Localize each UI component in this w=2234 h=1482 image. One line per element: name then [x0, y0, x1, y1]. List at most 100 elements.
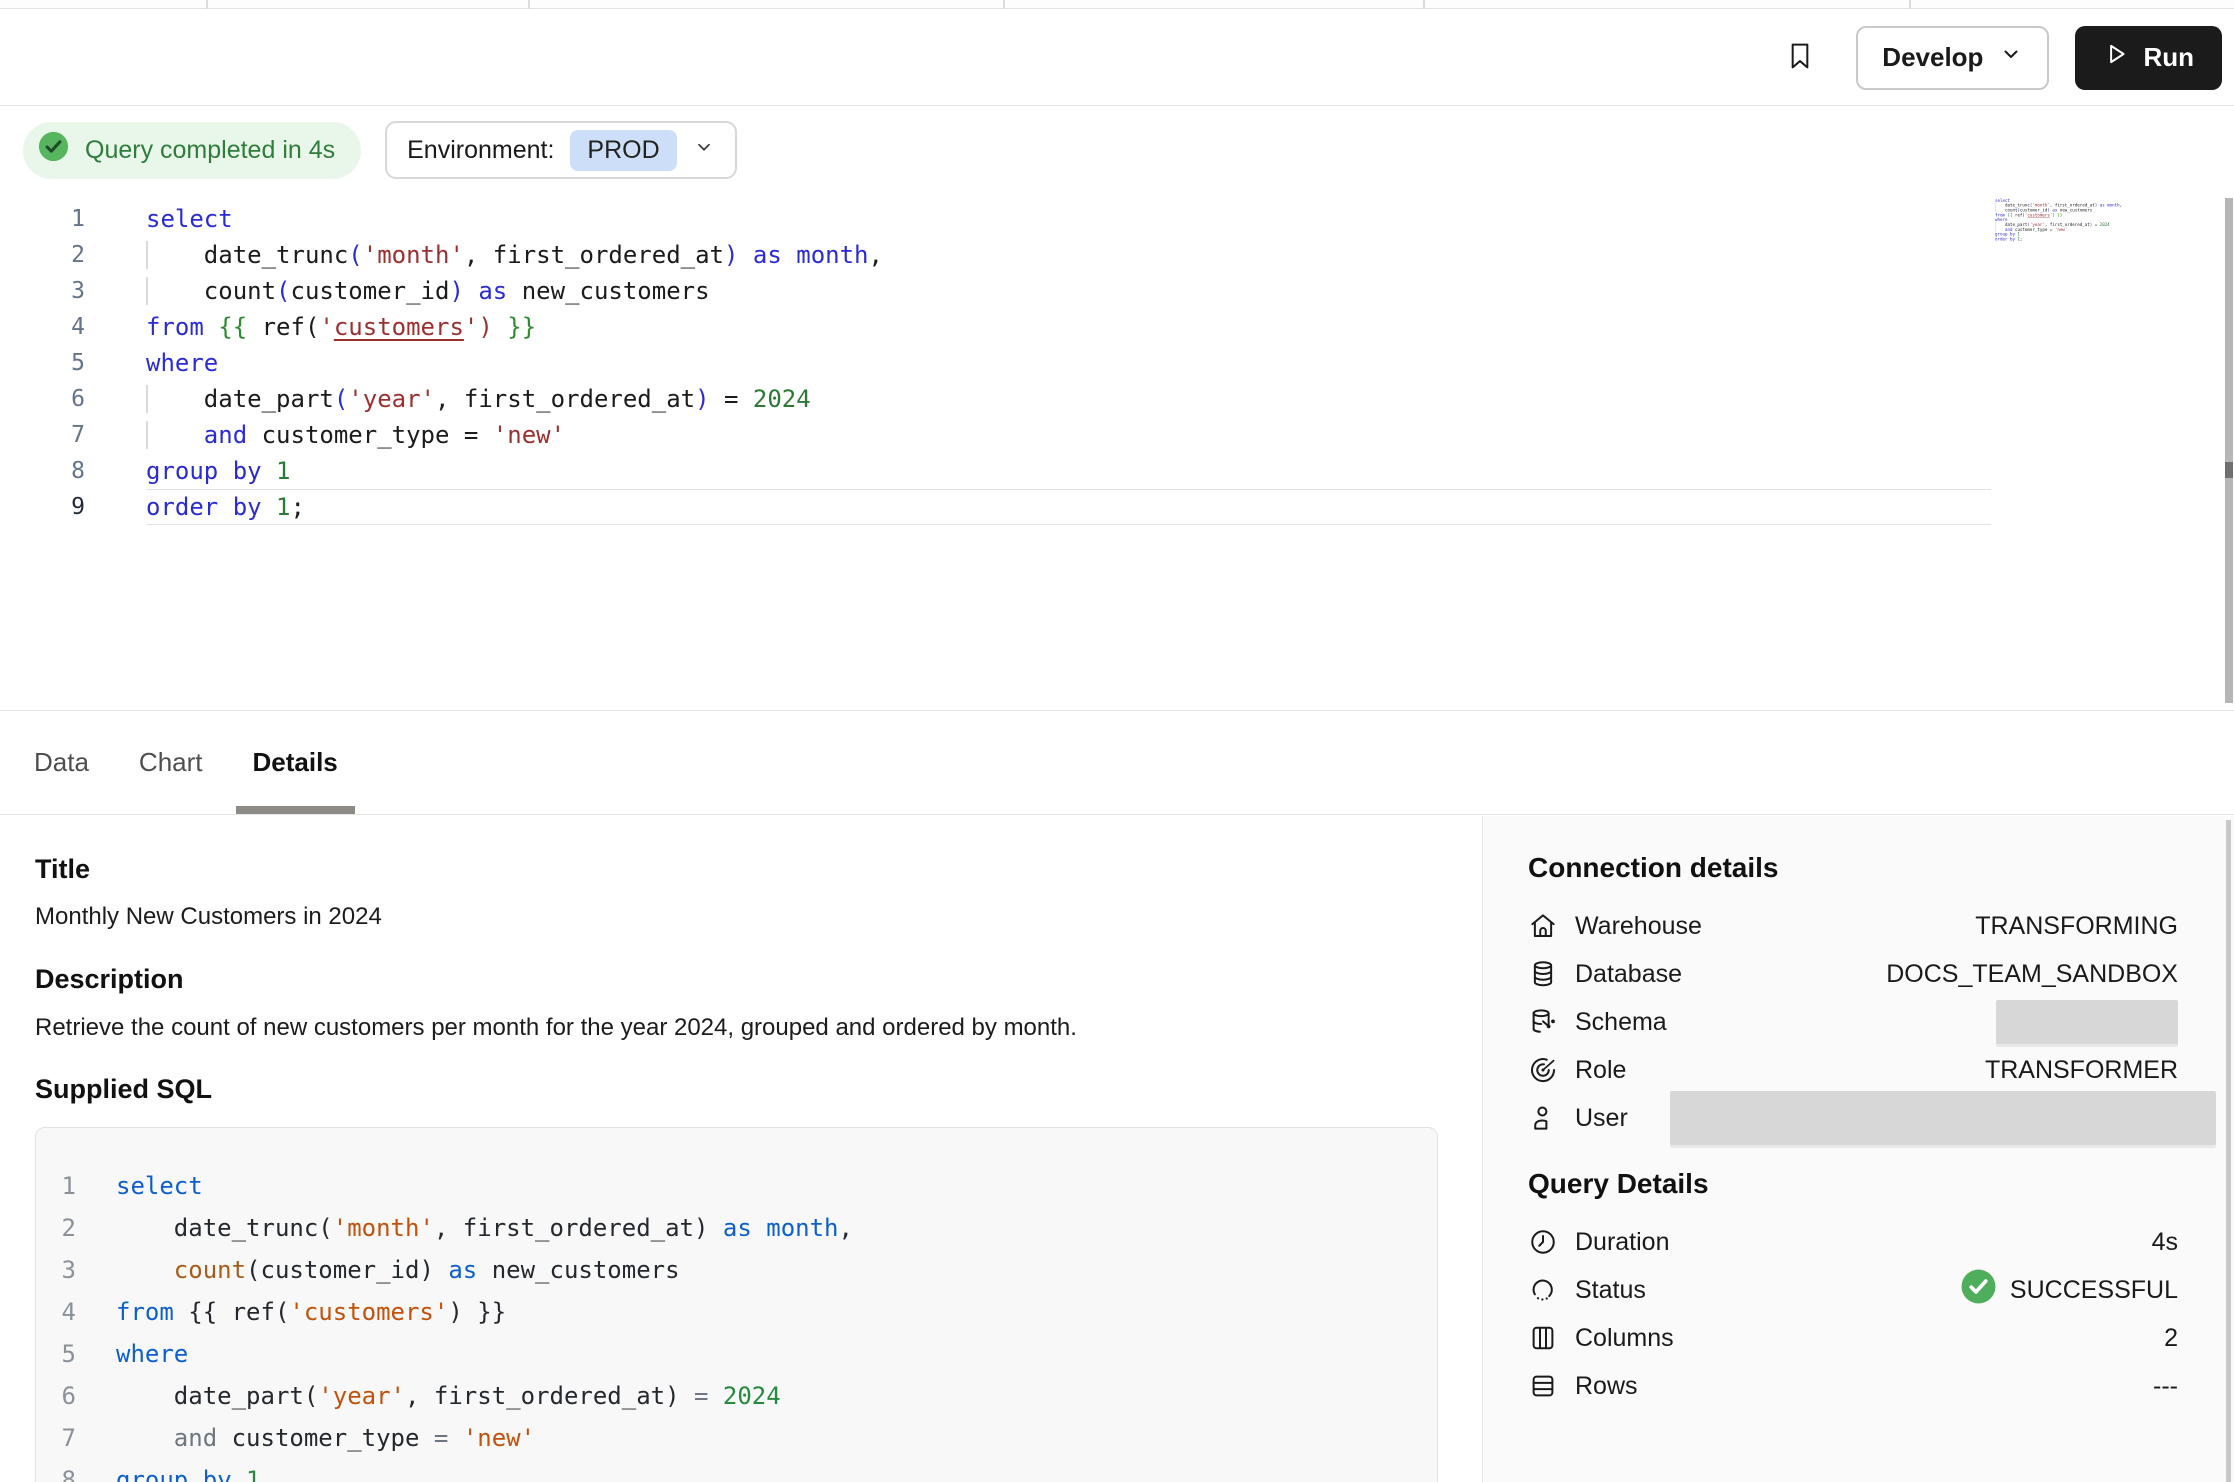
- tab-divider: [528, 0, 530, 9]
- detail-label: Rows: [1575, 1372, 1638, 1401]
- code-text: select: [116, 1165, 203, 1207]
- user-row: User: [1528, 1094, 2178, 1142]
- clock-icon: [1528, 1227, 1558, 1257]
- code-line[interactable]: 1select: [0, 201, 2234, 237]
- code-line[interactable]: 7 and customer_type = 'new': [36, 1417, 1437, 1459]
- line-number: 2: [36, 1207, 76, 1249]
- editor-lines: 1select2 date_trunc('month', first_order…: [0, 201, 2234, 525]
- chevron-down-icon: [693, 136, 715, 165]
- code-line[interactable]: 9order by 1;: [0, 489, 2234, 525]
- tab-details[interactable]: Details: [253, 711, 338, 814]
- rows-row: Rows---: [1528, 1362, 2178, 1410]
- editor-minimap[interactable]: 1select2 date_trunc('month', first_order…: [1995, 198, 2175, 258]
- tab-divider: [1909, 0, 1911, 9]
- schema-icon: [1528, 1007, 1558, 1037]
- columns-icon: [1528, 1323, 1558, 1353]
- detail-value: TRANSFORMER: [1985, 1056, 2178, 1085]
- code-line[interactable]: 9order by 1;: [1995, 237, 2116, 242]
- rows-icon: [1528, 1371, 1558, 1401]
- code-line[interactable]: 5where: [36, 1333, 1437, 1375]
- code-text: and customer_type = 'new': [146, 417, 1991, 453]
- scrollbar-marker: [2225, 462, 2233, 478]
- top-tab-strip: [0, 0, 2234, 9]
- code-line[interactable]: 8group by 1: [0, 453, 2234, 489]
- line-number: 4: [36, 1291, 76, 1333]
- tab-chart[interactable]: Chart: [139, 711, 203, 814]
- tab-divider: [206, 0, 208, 9]
- run-button[interactable]: Run: [2075, 26, 2222, 90]
- detail-label: Role: [1575, 1056, 1626, 1085]
- schema-row: Schema: [1528, 998, 2178, 1046]
- status-badge: SUCCESSFUL: [1960, 1268, 2178, 1312]
- code-text: date_part('year', first_ordered_at) = 20…: [146, 381, 1991, 417]
- code-line[interactable]: 4 from {{ ref('customers') }}: [0, 309, 2234, 345]
- toolbar: Develop Run: [0, 10, 2234, 106]
- code-text: from {{ ref('customers') }}: [116, 1291, 506, 1333]
- detail-value: 4s: [2152, 1228, 2178, 1257]
- warehouse-icon: [1528, 911, 1558, 941]
- code-line[interactable]: 1select: [36, 1165, 1437, 1207]
- status-row: Query completed in 4s Environment: PROD: [23, 121, 737, 179]
- connection-rows: Warehouse TRANSFORMING DatabaseDOCS_TEAM_S…: [1528, 902, 2178, 1142]
- code-line[interactable]: 3 count(customer_id) as new_customers: [0, 273, 2234, 309]
- code-line[interactable]: 4 from {{ ref('customers') }}: [36, 1291, 1437, 1333]
- line-number: 6: [0, 381, 85, 417]
- detail-label: User: [1575, 1104, 1628, 1133]
- play-icon: [2103, 41, 2129, 74]
- code-line[interactable]: 6 date_part('year', first_ordered_at) = …: [36, 1375, 1437, 1417]
- detail-label: Database: [1575, 960, 1682, 989]
- code-text: from {{ ref('customers') }}: [146, 309, 1991, 345]
- panel-scrollbar[interactable]: [2226, 820, 2231, 1482]
- code-text: count(customer_id) as new_customers: [146, 273, 1991, 309]
- code-line[interactable]: 2 date_trunc('month', first_ordered_at) …: [0, 237, 2234, 273]
- detail-label: Status: [1575, 1276, 1646, 1305]
- code-text: and customer_type = 'new': [116, 1417, 535, 1459]
- code-line[interactable]: 6 date_part('year', first_ordered_at) = …: [0, 381, 2234, 417]
- results-tab-bar: Data Chart Details: [0, 710, 2234, 815]
- title-value: Monthly New Customers in 2024: [35, 903, 1482, 931]
- line-number: 8: [36, 1459, 76, 1482]
- detail-label: Warehouse: [1575, 912, 1702, 941]
- sql-editor[interactable]: 1select2 date_trunc('month', first_order…: [0, 201, 2234, 706]
- supplied-sql-lines: 1select2 date_trunc('month', first_order…: [36, 1165, 1437, 1482]
- warehouse-row: Warehouse TRANSFORMING: [1528, 902, 2178, 950]
- environment-select[interactable]: Environment: PROD: [385, 121, 737, 179]
- develop-button-label: Develop: [1882, 42, 1983, 73]
- code-text: where: [146, 345, 1991, 381]
- line-number: 8: [0, 453, 85, 489]
- detail-label: Schema: [1575, 1008, 1667, 1037]
- develop-button[interactable]: Develop: [1856, 26, 2049, 90]
- line-number: 6: [36, 1375, 76, 1417]
- code-line[interactable]: 7 and customer_type = 'new': [0, 417, 2234, 453]
- supplied-sql-heading: Supplied SQL: [35, 1074, 1482, 1105]
- columns-row: Columns 2: [1528, 1314, 2178, 1362]
- line-number: 5: [36, 1333, 76, 1375]
- minimap-content: 1select2 date_trunc('month', first_order…: [1995, 198, 2116, 241]
- detail-value: 2: [2164, 1324, 2178, 1353]
- line-number: 4: [0, 309, 85, 345]
- description-heading: Description: [35, 964, 1482, 995]
- detail-value: TRANSFORMING: [1975, 912, 2178, 941]
- code-text: order by 1;: [146, 489, 1991, 525]
- success-check-icon: [1960, 1268, 1997, 1312]
- detail-label: Columns: [1575, 1324, 1674, 1353]
- tab-data[interactable]: Data: [34, 711, 89, 814]
- run-button-label: Run: [2143, 42, 2194, 73]
- code-line[interactable]: 5where: [0, 345, 2234, 381]
- user-icon: [1528, 1103, 1558, 1133]
- chevron-down-icon: [1999, 42, 2023, 73]
- code-line[interactable]: 8group by 1: [36, 1459, 1437, 1482]
- bookmark-button[interactable]: [1778, 36, 1822, 80]
- redacted-value: [1996, 1000, 2178, 1044]
- code-line[interactable]: 3 count(customer_id) as new_customers: [36, 1249, 1437, 1291]
- check-circle-icon: [36, 129, 71, 171]
- code-line[interactable]: 2 date_trunc('month', first_ordered_at) …: [36, 1207, 1437, 1249]
- line-number: 7: [36, 1417, 76, 1459]
- status-value: SUCCESSFUL: [2010, 1276, 2178, 1305]
- code-text: order by 1;: [1995, 237, 2022, 242]
- editor-scrollbar[interactable]: [2225, 198, 2233, 703]
- query-details-rows: Duration4sStatusSUCCESSFULColumns2Rows--…: [1528, 1218, 2178, 1410]
- database-row: DatabaseDOCS_TEAM_SANDBOX: [1528, 950, 2178, 998]
- database-icon: [1528, 959, 1558, 989]
- spinner-icon: [1528, 1275, 1558, 1305]
